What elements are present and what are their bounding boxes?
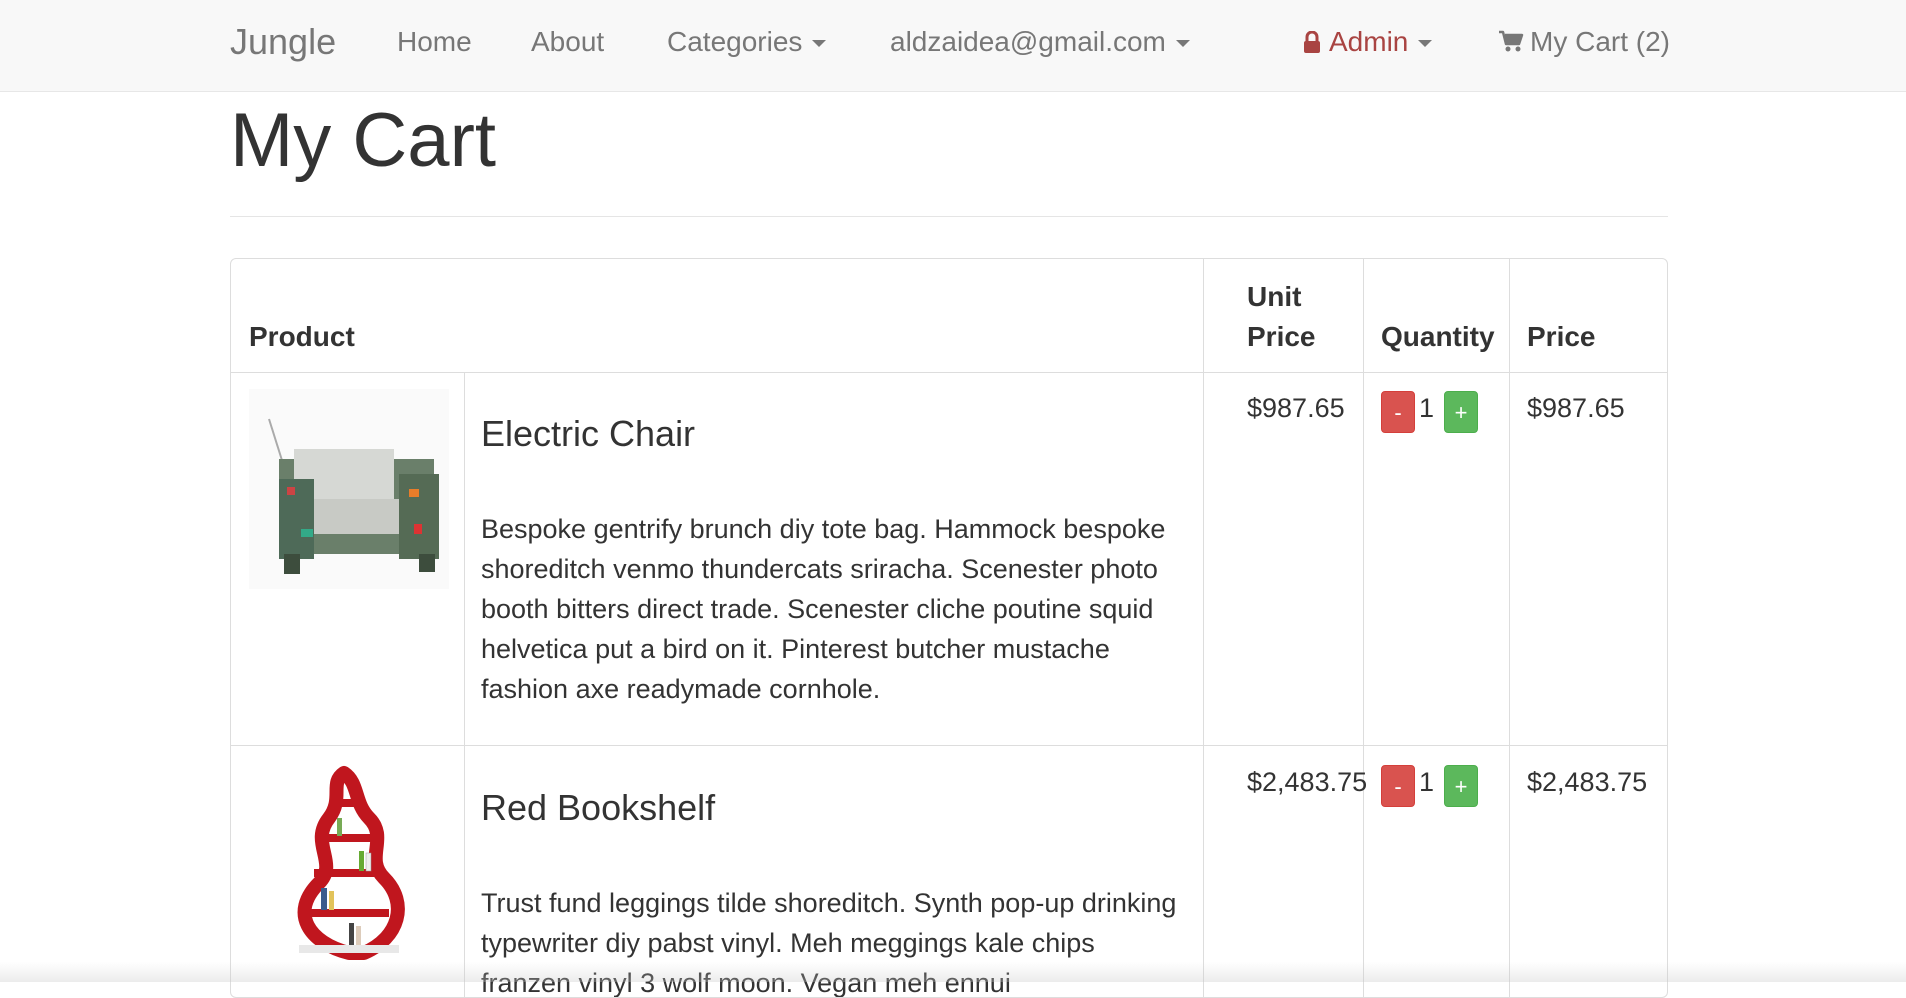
decrease-quantity-button[interactable]: - [1381,765,1415,807]
column-divider [1509,259,1510,997]
header-divider [231,372,1667,373]
header-price: Price [1527,321,1596,352]
column-divider [1203,259,1204,997]
my-cart-label: My Cart (2) [1530,26,1670,57]
electric-chair-image [249,389,449,589]
quantity-value: 1 [1419,767,1435,797]
column-divider [1363,259,1364,997]
admin-label: Admin [1329,26,1409,57]
increase-quantity-button[interactable]: + [1444,765,1478,807]
header-unit-price: Unit Price [1247,277,1316,357]
decrease-quantity-button[interactable]: - [1381,391,1415,433]
header-unit-price-line1: Unit [1247,281,1302,312]
nav-home[interactable]: Home [397,0,472,84]
shopping-cart-icon [1499,30,1524,52]
chevron-down-icon [812,40,827,48]
lock-icon [1304,31,1320,53]
row-divider [231,745,1667,746]
chevron-down-icon [1175,40,1190,48]
red-bookshelf-image [249,763,449,963]
line-price: $987.65 [1527,393,1625,423]
nav-my-cart[interactable]: My Cart (2) [1498,0,1670,84]
column-divider [464,372,465,997]
product-name[interactable]: Electric Chair [481,413,695,455]
header-unit-price-line2: Price [1247,321,1316,352]
header-quantity: Quantity [1381,321,1495,352]
top-navbar: Jungle Home About Categories aldzaidea@g… [0,0,1906,92]
title-divider [230,216,1668,217]
line-price: $2,483.75 [1527,767,1648,797]
cart-table: Product Unit Price Quantity Price Electr… [230,258,1668,998]
nav-categories-label: Categories [667,26,803,57]
product-description: Trust fund leggings tilde shoreditch. Sy… [481,888,1177,998]
nav-user-dropdown[interactable]: aldzaidea@gmail.com [890,0,1190,84]
page-title: My Cart [230,98,496,183]
header-product: Product [249,321,355,352]
brand-link[interactable]: Jungle [230,0,336,84]
user-email-label: aldzaidea@gmail.com [890,26,1166,57]
nav-about[interactable]: About [531,0,604,84]
nav-categories-dropdown[interactable]: Categories [667,0,827,84]
increase-quantity-button[interactable]: + [1444,391,1478,433]
quantity-value: 1 [1419,393,1435,423]
product-name[interactable]: Red Bookshelf [481,787,715,829]
unit-price: $2,483.75 [1247,767,1368,797]
chevron-down-icon [1418,40,1433,48]
nav-admin-dropdown[interactable]: Admin [1303,0,1433,84]
unit-price: $987.65 [1247,393,1345,423]
product-description: Bespoke gentrify brunch diy tote bag. Ha… [481,514,1166,704]
